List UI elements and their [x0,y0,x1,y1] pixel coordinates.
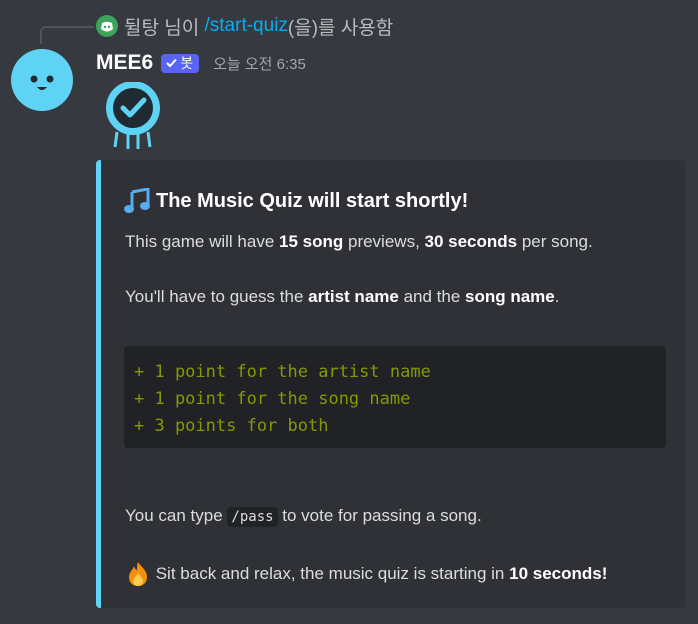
line3-text-post: to vote for passing a song. [277,506,482,525]
line3-text: You can type [125,506,228,525]
username[interactable]: MEE6 [96,51,153,75]
fire-icon [129,562,147,586]
line1-text: This game will have [125,232,280,251]
line1-text-post: per song. [517,232,593,251]
musical-note-icon [124,188,150,213]
mee6-avatar[interactable] [11,49,73,111]
verified-check-icon [166,58,177,67]
line4-text: Sit back and relax, the music quiz is st… [151,564,510,583]
line2-text-post: . [554,287,560,306]
checkmark-mascot-icon [104,81,164,154]
song-count: 15 song [279,232,344,251]
code-line: + 3 points for both [134,416,329,436]
command-reply-context: 뒬탕 님이 /start-quiz (을)를 사용함 [96,12,393,40]
embed-line-guess-info: You'll have to guess the artist name and… [125,287,560,307]
line1-text-mid: previews, [343,232,425,251]
song-name-label: song name [465,287,555,306]
bot-badge: 봇 [161,53,200,73]
reply-text-middle: 님이 [158,17,205,39]
timestamp[interactable]: 오늘 오전 6:35 [213,53,306,74]
pass-command-code: /pass [227,507,278,527]
discord-default-avatar-icon[interactable] [96,15,118,37]
embed-line-pass-info: You can type /pass to vote for passing a… [125,506,482,527]
quiz-embed: The Music Quiz will start shortly! This … [96,160,685,608]
embed-line-game-info: This game will have 15 song previews, 30… [125,232,593,252]
countdown-seconds: 10 seconds! [509,564,608,583]
bot-badge-label: 봇 [180,54,194,71]
reply-username[interactable]: 뒬탕 [124,13,159,40]
embed-line-start-info: Sit back and relax, the music quiz is st… [125,561,607,587]
code-line: + 1 point for the song name [134,389,411,409]
message-header: MEE6 봇 오늘 오전 6:35 [96,48,306,78]
command-name[interactable]: /start-quiz [205,15,288,37]
artist-name-label: artist name [308,287,399,306]
seconds-per-song: 30 seconds [424,232,518,251]
line2-text: You'll have to guess the [125,287,309,306]
reply-connector-line [40,26,94,44]
embed-title-text: The Music Quiz will start shortly! [156,189,469,212]
points-code-block: + 1 point for the artist name + 1 point … [124,346,666,448]
line2-text-mid: and the [398,287,466,306]
reply-text-suffix: (을)를 사용함 [287,17,394,39]
code-line: + 1 point for the artist name [134,362,431,382]
embed-title: The Music Quiz will start shortly! [124,188,468,214]
